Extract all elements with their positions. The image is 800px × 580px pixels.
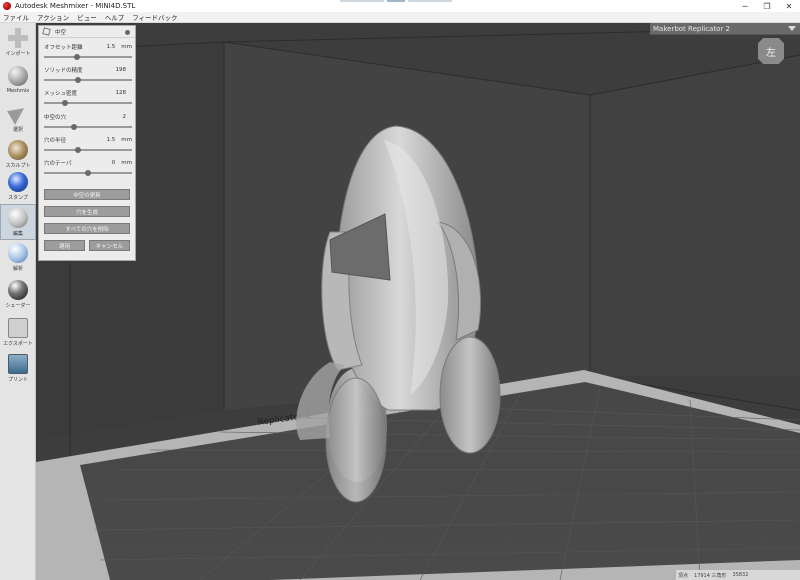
view-cube-label: 左 (766, 47, 776, 59)
meshmix-icon (8, 66, 28, 86)
title-bar-indicator (340, 0, 453, 2)
slider-knob[interactable] (71, 124, 78, 130)
minimize-button[interactable]: ─ (734, 0, 756, 12)
param-value[interactable]: 1.5 (107, 137, 116, 143)
printer-name: Makerbot Replicator 2 (653, 24, 730, 33)
param-label: オフセット距離 (44, 45, 83, 51)
accept-button[interactable]: 適用 (44, 240, 85, 251)
import-tool-button[interactable]: インポート (0, 25, 36, 61)
status-label: 頂点 (678, 572, 689, 579)
param-solid-accuracy: ソリッドの精度 198 (44, 66, 132, 86)
remove-all-holes-button[interactable]: すべての穴を削除 (44, 223, 130, 234)
print-icon (8, 354, 28, 374)
param-value[interactable]: 128 (116, 90, 127, 96)
param-label: メッシュ密度 (44, 91, 78, 97)
param-label: ソリッドの精度 (44, 68, 83, 74)
chevron-down-icon (788, 26, 796, 31)
menu-bar: ファイル アクション ビュー ヘルプ フィードバック (0, 12, 800, 23)
tool-label: Meshmix (6, 88, 30, 94)
status-bar: 頂点 17914 三角形 35832 (676, 570, 800, 580)
panel-close-icon[interactable] (125, 30, 130, 35)
update-hollow-button[interactable]: 中空の更新 (44, 189, 130, 200)
left-toolbar: インポート Meshmix 選択 スカルプト スタンプ 編集 解析 シェーダー (0, 23, 36, 580)
param-offset-distance: オフセット距離 1.5 mm (44, 43, 132, 63)
param-unit: mm (121, 160, 132, 166)
hollow-panel: 中空 オフセット距離 1.5 mm ソリッドの精度 198 メッシュ密度 128 中空の… (38, 25, 136, 261)
printer-select[interactable]: Makerbot Replicator 2 (650, 23, 800, 35)
status-triangles: 17914 三角形 (694, 572, 727, 579)
panel-header: 中空 (39, 26, 135, 38)
slider-knob[interactable] (75, 77, 82, 83)
cube-icon (42, 27, 51, 36)
param-value[interactable]: 0 (112, 160, 116, 166)
export-icon (8, 318, 28, 338)
slider-knob[interactable] (62, 100, 69, 106)
menu-help[interactable]: ヘルプ (105, 12, 125, 22)
edit-icon (8, 208, 28, 228)
param-label: 穴の半径 (44, 138, 67, 144)
tool-label: 編集 (12, 231, 23, 237)
meshmixer-window: Autodesk Meshmixer - MINI4D.STL ─ ❐ ✕ ファ… (0, 0, 800, 580)
window-title: Autodesk Meshmixer - MINI4D.STL (15, 2, 136, 10)
param-label: 穴のテーパ (44, 161, 72, 167)
tool-label: 解析 (12, 266, 23, 272)
slider-track[interactable] (44, 102, 132, 104)
analysis-icon (8, 243, 28, 263)
param-hole-radius: 穴の半径 1.5 mm (44, 136, 132, 156)
generate-holes-button[interactable]: 穴を生成 (44, 206, 130, 217)
tool-label: インポート (5, 51, 31, 57)
meshmix-tool-button[interactable]: Meshmix (0, 63, 36, 99)
slider-track[interactable] (44, 149, 132, 151)
tool-label: スタンプ (8, 195, 28, 201)
param-value[interactable]: 2 (123, 114, 127, 120)
print-tool-button[interactable]: プリント (0, 351, 36, 387)
param-unit: mm (121, 137, 132, 143)
shader-tool-button[interactable]: シェーダー (0, 277, 36, 313)
select-arrow-icon (8, 104, 28, 124)
menu-view[interactable]: ビュー (77, 12, 97, 22)
param-value[interactable]: 198 (116, 67, 127, 73)
slider-knob[interactable] (73, 54, 80, 60)
select-tool-button[interactable]: 選択 (0, 101, 36, 137)
param-label: 中空の穴 (44, 115, 67, 121)
tool-label: 選択 (12, 127, 23, 133)
slider-track[interactable] (44, 126, 132, 128)
view-cube[interactable]: 左 (758, 38, 784, 64)
plus-icon (8, 28, 28, 48)
stamp-tool-button[interactable]: スタンプ (0, 169, 36, 205)
slider-knob[interactable] (75, 147, 82, 153)
restore-button[interactable]: ❐ (756, 0, 778, 12)
param-value[interactable]: 1.5 (107, 44, 116, 50)
sculpt-tool-button[interactable]: スカルプト (0, 137, 36, 173)
analysis-tool-button[interactable]: 解析 (0, 240, 36, 276)
title-bar: Autodesk Meshmixer - MINI4D.STL ─ ❐ ✕ (0, 0, 800, 12)
export-tool-button[interactable]: エクスポート (0, 315, 36, 351)
param-hollow-holes: 中空の穴 2 (44, 113, 132, 133)
tool-label: シェーダー (5, 303, 31, 309)
3d-viewport[interactable]: Replicator 2 (36, 23, 800, 580)
shader-icon (8, 280, 28, 300)
param-hole-taper: 穴のテーパ 0 mm (44, 159, 132, 179)
param-mesh-density: メッシュ密度 128 (44, 89, 132, 109)
scene-canvas: Replicator 2 (36, 23, 800, 580)
menu-actions[interactable]: アクション (37, 12, 69, 22)
param-unit: mm (121, 44, 132, 50)
sculpt-brush-icon (8, 140, 28, 160)
cancel-button[interactable]: キャンセル (89, 240, 130, 251)
edit-tool-button[interactable]: 編集 (0, 204, 36, 240)
slider-track[interactable] (44, 56, 132, 58)
menu-feedback[interactable]: フィードバック (132, 12, 177, 22)
status-vertices: 35832 (732, 572, 749, 578)
slider-track[interactable] (44, 79, 132, 81)
menu-file[interactable]: ファイル (3, 12, 29, 22)
slider-knob[interactable] (85, 170, 91, 176)
panel-title: 中空 (55, 29, 67, 36)
tool-label: スカルプト (5, 163, 31, 169)
tool-label: プリント (7, 377, 28, 383)
app-logo-icon (3, 2, 11, 10)
stamp-icon (8, 172, 28, 192)
tool-label: エクスポート (3, 341, 33, 347)
close-button[interactable]: ✕ (778, 0, 800, 12)
